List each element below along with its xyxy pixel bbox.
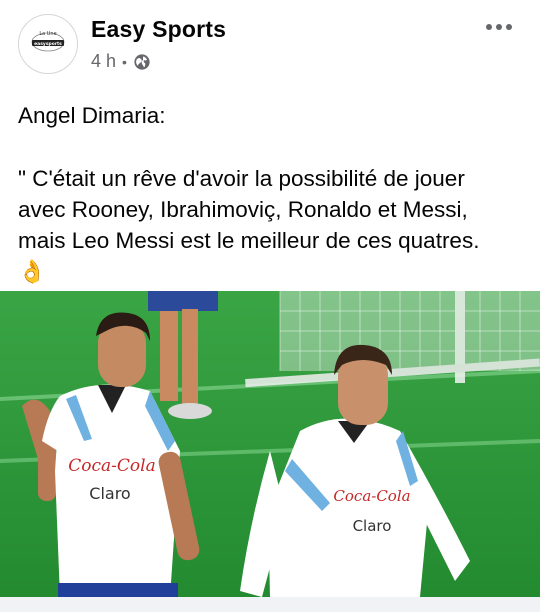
- post-footer-divider: [0, 597, 540, 612]
- page-logo: La Une easysports: [31, 31, 65, 52]
- football-players-image: Coca-Cola Claro Coca-Cola Claro: [0, 291, 540, 597]
- logo-text-top: La Une: [39, 31, 56, 37]
- post-meta: 4 h •: [91, 51, 151, 72]
- post-author-line: Angel Dimaria:: [18, 103, 166, 128]
- quote-line-2: avec Rooney, Ibrahimoviç, Ronaldo et Mes…: [18, 197, 468, 222]
- page-name[interactable]: Easy Sports: [91, 16, 226, 43]
- ok-hand-emoji: 👌: [18, 259, 47, 284]
- globe-icon: [134, 53, 150, 70]
- meta-separator: •: [122, 53, 127, 70]
- more-options-icon[interactable]: [482, 18, 516, 36]
- post-time[interactable]: 4 h: [91, 51, 116, 72]
- post-header: La Une easysports Easy Sports 4 h •: [0, 0, 540, 90]
- jersey-brand-right: Claro: [353, 517, 392, 535]
- jersey-sponsor-right: Coca-Cola: [333, 487, 410, 505]
- post-photo[interactable]: Coca-Cola Claro Coca-Cola Claro: [0, 291, 540, 597]
- post-text: Angel Dimaria: " C'était un rêve d'avoir…: [18, 100, 528, 287]
- jersey-brand-left: Claro: [89, 484, 130, 503]
- quote-line-3: mais Leo Messi est le meilleur de ces qu…: [18, 228, 480, 253]
- quote-line-1: " C'était un rêve d'avoir la possibilité…: [18, 166, 465, 191]
- page-avatar[interactable]: La Une easysports: [18, 14, 78, 74]
- logo-badge-text: easysports: [34, 41, 62, 47]
- jersey-sponsor-left: Coca-Cola: [68, 456, 155, 476]
